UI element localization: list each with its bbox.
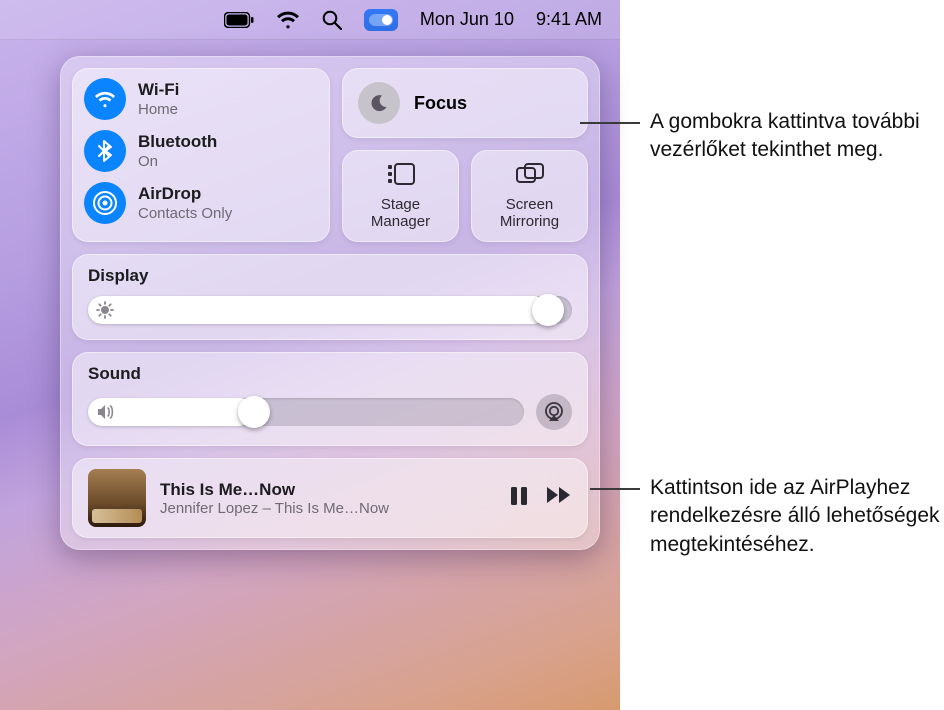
sound-label: Sound — [88, 364, 572, 384]
wifi-toggle[interactable]: Wi-Fi Home — [84, 78, 318, 120]
pause-button[interactable] — [510, 486, 528, 511]
callout-line-2 — [590, 488, 640, 490]
callout-text-2: Kattintson ide az AirPlayhez rendelkezés… — [650, 474, 940, 559]
callout-text-1: A gombokra kattintva további vezérlőket … — [650, 108, 940, 165]
airplay-icon — [543, 402, 565, 422]
airdrop-title: AirDrop — [138, 184, 232, 204]
menu-time[interactable]: 9:41 AM — [536, 9, 602, 30]
spotlight-icon[interactable] — [322, 10, 342, 30]
connectivity-card: Wi-Fi Home Bluetooth On — [72, 68, 330, 242]
display-slider[interactable] — [88, 296, 572, 324]
wifi-icon — [84, 78, 126, 120]
now-playing-subtitle: Jennifer Lopez – This Is Me…Now — [160, 500, 389, 517]
bluetooth-subtitle: On — [138, 153, 217, 170]
menu-date[interactable]: Mon Jun 10 — [420, 9, 514, 30]
album-art — [88, 469, 146, 527]
focus-title: Focus — [414, 93, 467, 114]
battery-icon[interactable] — [224, 12, 254, 28]
bluetooth-toggle[interactable]: Bluetooth On — [84, 130, 318, 172]
stage-manager-button[interactable]: Stage Manager — [342, 150, 459, 242]
now-playing-title: This Is Me…Now — [160, 480, 389, 500]
screen-mirroring-button[interactable]: Screen Mirroring — [471, 150, 588, 242]
moon-icon — [358, 82, 400, 124]
wifi-subtitle: Home — [138, 101, 179, 118]
wifi-title: Wi-Fi — [138, 80, 179, 100]
sound-slider[interactable] — [88, 398, 524, 426]
airdrop-icon — [84, 182, 126, 224]
now-playing-card[interactable]: This Is Me…Now Jennifer Lopez – This Is … — [72, 458, 588, 538]
control-center-panel: Wi-Fi Home Bluetooth On — [60, 56, 600, 550]
sound-card: Sound — [72, 352, 588, 446]
control-center-menu-icon[interactable] — [364, 9, 398, 31]
display-card: Display — [72, 254, 588, 340]
stage-manager-icon — [386, 162, 416, 190]
airplay-audio-button[interactable] — [536, 394, 572, 430]
menu-bar: Mon Jun 10 9:41 AM — [0, 0, 620, 40]
airdrop-subtitle: Contacts Only — [138, 205, 232, 222]
airdrop-toggle[interactable]: AirDrop Contacts Only — [84, 182, 318, 224]
display-label: Display — [88, 266, 572, 286]
screen-mirroring-icon — [515, 162, 545, 190]
focus-button[interactable]: Focus — [342, 68, 588, 138]
callout-line-1 — [580, 122, 640, 124]
wifi-menu-icon[interactable] — [276, 11, 300, 29]
desktop-background: Mon Jun 10 9:41 AM Wi-Fi Home — [0, 0, 620, 710]
stage-manager-label: Stage Manager — [371, 196, 430, 231]
screen-mirroring-label: Screen Mirroring — [500, 196, 559, 231]
next-track-button[interactable] — [546, 486, 572, 511]
bluetooth-title: Bluetooth — [138, 132, 217, 152]
bluetooth-icon — [84, 130, 126, 172]
